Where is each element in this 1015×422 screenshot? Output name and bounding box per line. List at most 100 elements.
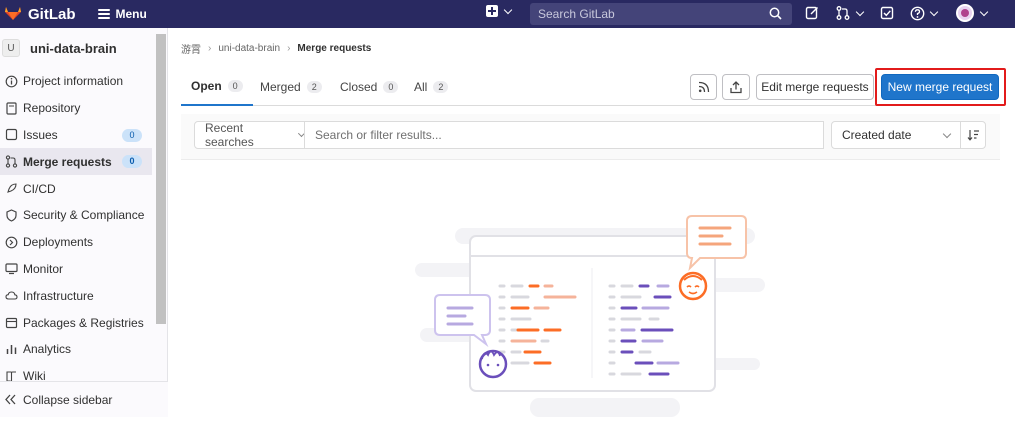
tab-count: 2 xyxy=(433,81,449,93)
create-new-dropdown[interactable] xyxy=(486,5,513,17)
tab-count: 0 xyxy=(383,81,399,93)
project-header[interactable]: U uni-data-brain xyxy=(0,28,167,68)
sort-direction-button[interactable] xyxy=(960,121,986,149)
sidebar-item-merge-requests[interactable]: Merge requests 0 xyxy=(0,148,152,176)
chevron-right-icon: › xyxy=(287,43,291,54)
sidebar-item-label: Security & Compliance xyxy=(23,208,145,223)
sidebar-item-label: Monitor xyxy=(23,261,64,276)
recent-searches-label: Recent searches xyxy=(205,121,254,149)
project-avatar: U xyxy=(2,39,20,57)
shield-icon xyxy=(4,208,18,222)
merge-request-icon xyxy=(836,6,850,20)
global-search[interactable] xyxy=(530,3,792,25)
merge-requests-nav[interactable] xyxy=(836,6,865,20)
filter-bar: Recent searches Created date xyxy=(181,114,1000,160)
sidebar-item-ci-cd[interactable]: CI/CD xyxy=(0,175,167,202)
collapse-sidebar-label: Collapse sidebar xyxy=(23,392,113,407)
tab-count: 0 xyxy=(227,80,243,92)
breadcrumb-current[interactable]: Merge requests xyxy=(297,43,371,54)
sidebar-item-label: Infrastructure xyxy=(23,288,94,303)
top-navbar: GitLab Menu xyxy=(0,0,1015,28)
issues-icon xyxy=(4,128,18,142)
tab-label: Merged xyxy=(260,80,301,94)
help-dropdown[interactable] xyxy=(910,6,939,21)
sidebar-item-issues[interactable]: Issues 0 xyxy=(0,122,167,149)
sidebar-nav: Project information Repository Issues 0 … xyxy=(0,68,167,390)
search-icon xyxy=(769,7,782,23)
merge-requests-count-badge: 0 xyxy=(122,155,142,169)
sidebar-item-packages[interactable]: Packages & Registries xyxy=(0,309,167,336)
breadcrumb-namespace[interactable]: 游霄 xyxy=(181,41,201,56)
merge-request-icon xyxy=(4,155,18,169)
sort-lowest-icon xyxy=(967,130,979,141)
tab-open[interactable]: Open 0 xyxy=(181,68,253,106)
sidebar-item-label: CI/CD xyxy=(23,181,56,196)
todo-pencil-icon[interactable] xyxy=(805,6,819,20)
sidebar-item-analytics[interactable]: Analytics xyxy=(0,336,167,363)
tab-merged[interactable]: Merged 2 xyxy=(260,68,322,106)
filter-search-input[interactable] xyxy=(304,121,824,149)
global-search-input[interactable] xyxy=(538,7,758,21)
user-menu[interactable] xyxy=(956,4,989,22)
menu-label: Menu xyxy=(115,7,147,21)
sidebar-item-label: Deployments xyxy=(23,235,94,250)
sidebar-item-label: Issues xyxy=(23,127,58,142)
tab-count: 2 xyxy=(306,81,322,93)
gitlab-home-link[interactable]: GitLab xyxy=(4,4,76,24)
sidebar-item-label: Project information xyxy=(23,74,124,89)
issues-check-icon[interactable] xyxy=(880,6,894,20)
rss-icon xyxy=(698,81,709,93)
tab-closed[interactable]: Closed 0 xyxy=(340,68,399,106)
tab-all[interactable]: All 2 xyxy=(414,68,449,106)
project-sidebar: U uni-data-brain Project information Rep… xyxy=(0,28,168,417)
breadcrumb: 游霄 › uni-data-brain › Merge requests xyxy=(181,41,371,56)
recent-searches-dropdown[interactable]: Recent searches xyxy=(194,121,306,149)
chevron-down-icon xyxy=(855,7,865,16)
export-button[interactable] xyxy=(722,74,750,100)
highlight-annotation xyxy=(875,68,1006,106)
sidebar-item-label: Repository xyxy=(23,101,81,116)
sidebar-item-infrastructure[interactable]: Infrastructure xyxy=(0,282,167,309)
sort-dropdown[interactable]: Created date xyxy=(831,121,961,149)
empty-state-illustration xyxy=(400,208,780,417)
tab-label: All xyxy=(414,80,428,94)
collapse-sidebar-button[interactable]: Collapse sidebar xyxy=(0,381,168,417)
issues-count-badge: 0 xyxy=(122,128,142,142)
sidebar-item-security[interactable]: Security & Compliance xyxy=(0,202,167,229)
doc-icon xyxy=(4,101,18,115)
sidebar-item-deployments[interactable]: Deployments xyxy=(0,229,167,256)
package-icon xyxy=(4,316,18,330)
cloud-icon xyxy=(4,289,18,303)
help-icon xyxy=(910,6,925,21)
chevron-down-icon xyxy=(503,5,513,14)
menu-button[interactable]: Menu xyxy=(97,7,147,21)
deployments-icon xyxy=(4,235,18,249)
sidebar-item-project-information[interactable]: Project information xyxy=(0,68,167,95)
monitor-icon xyxy=(4,262,18,276)
chevron-down-icon xyxy=(979,7,989,16)
chart-icon xyxy=(4,342,18,356)
tab-label: Closed xyxy=(340,80,378,94)
rocket-icon xyxy=(4,182,18,196)
sidebar-item-label: Merge requests xyxy=(23,154,112,169)
upload-icon xyxy=(730,80,742,93)
edit-merge-requests-button[interactable]: Edit merge requests xyxy=(756,74,874,100)
sidebar-item-monitor[interactable]: Monitor xyxy=(0,256,167,283)
breadcrumb-project[interactable]: uni-data-brain xyxy=(218,43,280,54)
tab-label: Open xyxy=(191,79,222,93)
sidebar-item-label: Packages & Registries xyxy=(23,315,144,330)
user-avatar xyxy=(956,4,974,22)
chevron-down-icon xyxy=(942,129,952,139)
project-name: uni-data-brain xyxy=(30,40,117,56)
sidebar-item-repository[interactable]: Repository xyxy=(0,95,167,122)
sidebar-item-label: Analytics xyxy=(23,342,72,357)
plus-square-icon xyxy=(486,5,498,17)
info-icon xyxy=(4,74,18,88)
hamburger-icon xyxy=(97,9,110,19)
sort-label: Created date xyxy=(842,128,912,142)
gitlab-logo-icon xyxy=(4,4,22,24)
rss-feed-button[interactable] xyxy=(690,74,717,100)
double-chevron-left-icon xyxy=(4,393,18,406)
brand-name: GitLab xyxy=(28,5,76,23)
sidebar-scrollbar[interactable] xyxy=(156,34,166,324)
